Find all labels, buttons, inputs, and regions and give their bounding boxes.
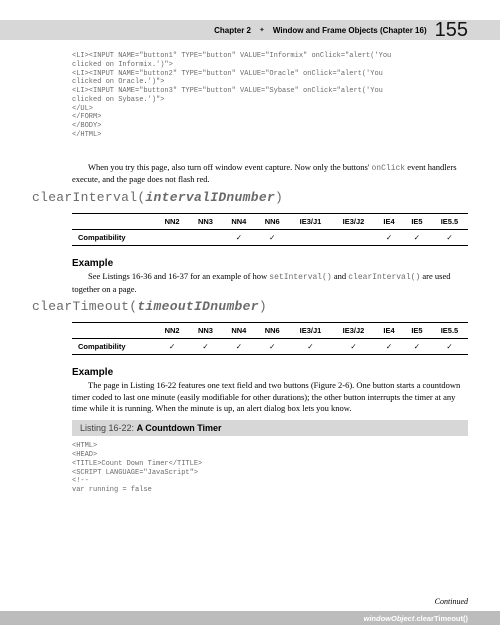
fn-close: )	[275, 190, 283, 205]
table-row: Compatibility ✓ ✓ ✓ ✓ ✓	[72, 229, 468, 245]
text: and	[332, 271, 349, 281]
example-1-paragraph: See Listings 16-36 and 16-37 for an exam…	[72, 271, 468, 295]
code-block-top: <LI><INPUT NAME="button1" TYPE="button" …	[72, 52, 468, 140]
cell: Compatibility	[72, 339, 155, 355]
chapter-title: Window and Frame Objects (Chapter 16)	[273, 26, 427, 35]
table-header-row: NN2 NN3 NN4 NN6 IE3/J1 IE3/J2 IE4 IE5 IE…	[72, 323, 468, 339]
cell: ✓	[289, 339, 332, 355]
intro-paragraph: When you try this page, also turn off wi…	[72, 162, 468, 186]
example-2-paragraph: The page in Listing 16-22 features one t…	[72, 380, 468, 414]
col: NN4	[222, 213, 255, 229]
cell: ✓	[256, 229, 289, 245]
cell	[155, 229, 188, 245]
listing-bar: Listing 16-22: A Countdown Timer	[72, 420, 468, 436]
cell: ✓	[222, 339, 255, 355]
text: See Listings 16-36 and 16-37 for an exam…	[88, 271, 269, 281]
cell: ✓	[155, 339, 188, 355]
fn-close: )	[259, 299, 267, 314]
col: IE3/J2	[332, 323, 375, 339]
col: IE5	[403, 323, 431, 339]
col: IE5.5	[431, 213, 468, 229]
cell: ✓	[189, 339, 222, 355]
compat-table-2: NN2 NN3 NN4 NN6 IE3/J1 IE3/J2 IE4 IE5 IE…	[72, 322, 468, 355]
col: NN6	[256, 213, 289, 229]
footer-object: windowObject	[364, 614, 415, 623]
cell: ✓	[375, 229, 403, 245]
code-block-listing: <HTML> <HEAD> <TITLE>Count Down Timer</T…	[72, 442, 468, 495]
cell: ✓	[403, 229, 431, 245]
chapter-number: Chapter 2	[214, 26, 251, 35]
col: IE4	[375, 323, 403, 339]
col: IE3/J1	[289, 323, 332, 339]
cell	[289, 229, 332, 245]
cell: ✓	[431, 229, 468, 245]
listing-title: A Countdown Timer	[137, 423, 222, 433]
cell	[189, 229, 222, 245]
cell: ✓	[403, 339, 431, 355]
col: NN3	[189, 213, 222, 229]
col: IE5.5	[431, 323, 468, 339]
page-content: <LI><INPUT NAME="button1" TYPE="button" …	[72, 52, 468, 495]
code-inline: setInterval()	[269, 273, 331, 282]
col: NN3	[189, 323, 222, 339]
code-inline: clearInterval()	[348, 273, 420, 282]
col: IE3/J1	[289, 213, 332, 229]
continued-label: Continued	[435, 597, 468, 606]
table-header-row: NN2 NN3 NN4 NN6 IE3/J1 IE3/J2 IE4 IE5 IE…	[72, 213, 468, 229]
listing-number: Listing 16-22:	[80, 423, 134, 433]
text: When you try this page, also turn off wi…	[88, 162, 371, 172]
col: IE5	[403, 213, 431, 229]
col	[72, 213, 155, 229]
fn-name: clearTimeout(	[32, 299, 137, 314]
page-number: 155	[435, 19, 468, 42]
col: NN4	[222, 323, 255, 339]
col: NN2	[155, 213, 188, 229]
compat-table-1: NN2 NN3 NN4 NN6 IE3/J1 IE3/J2 IE4 IE5 IE…	[72, 213, 468, 246]
page-footer: windowObject.clearTimeout()	[0, 611, 500, 625]
code-inline: onClick	[371, 164, 405, 173]
cell: ✓	[375, 339, 403, 355]
footer-method: clearTimeout()	[416, 614, 468, 623]
cell: ✓	[222, 229, 255, 245]
fn-arg: timeoutIDnumber	[137, 299, 259, 314]
col: IE4	[375, 213, 403, 229]
fn-name: clearInterval(	[32, 190, 145, 205]
col: NN2	[155, 323, 188, 339]
example-heading-1: Example	[72, 258, 468, 269]
col	[72, 323, 155, 339]
col: NN6	[256, 323, 289, 339]
diamond-icon: ✦	[259, 26, 265, 34]
cell: ✓	[256, 339, 289, 355]
cell: ✓	[332, 339, 375, 355]
cell	[332, 229, 375, 245]
method-signature-clearinterval: clearInterval(intervalIDnumber)	[32, 190, 468, 205]
method-signature-cleartimeout: clearTimeout(timeoutIDnumber)	[32, 299, 468, 314]
cell: ✓	[431, 339, 468, 355]
fn-arg: intervalIDnumber	[145, 190, 275, 205]
example-heading-2: Example	[72, 367, 468, 378]
table-row: Compatibility ✓ ✓ ✓ ✓ ✓ ✓ ✓ ✓ ✓	[72, 339, 468, 355]
cell: Compatibility	[72, 229, 155, 245]
page-header: Chapter 2 ✦ Window and Frame Objects (Ch…	[0, 20, 500, 40]
col: IE3/J2	[332, 213, 375, 229]
